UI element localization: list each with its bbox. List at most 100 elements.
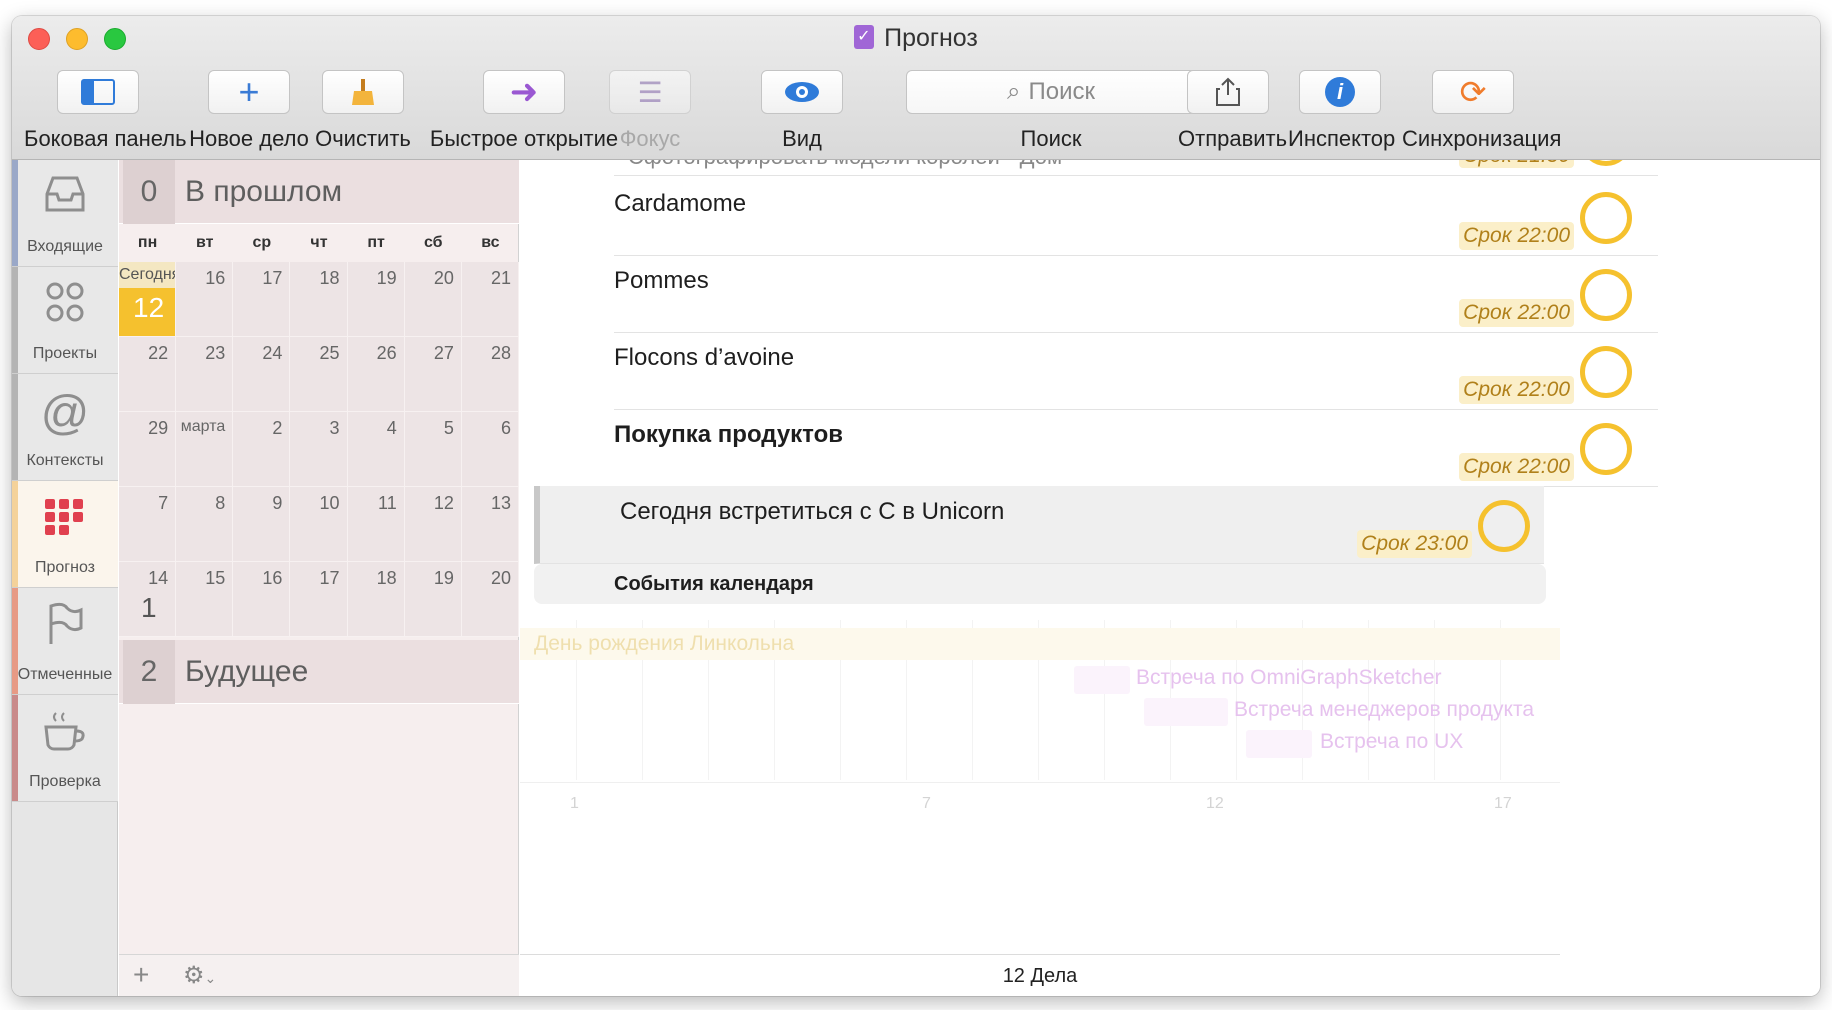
calendar-day[interactable]: 14 1	[119, 562, 177, 637]
search-input[interactable]: ⌕ Поиск	[906, 70, 1196, 114]
new-task-button[interactable]: + Новое дело	[184, 70, 314, 152]
calendar-day[interactable]: 19	[347, 262, 405, 337]
timeline-label: 17	[1494, 795, 1512, 812]
calendar-day[interactable]: 23	[176, 337, 234, 412]
sidebar-item-color-bar	[12, 267, 18, 373]
sidebar-item-label: Проверка	[29, 773, 101, 790]
calendar-bottom-bar: + ⚙⌄	[119, 954, 519, 996]
calendar-day[interactable]: 8	[176, 487, 234, 562]
calendar-day[interactable]: 6	[461, 412, 519, 487]
share-button[interactable]: Отправить	[1178, 70, 1288, 152]
calendar-day[interactable]: 25	[290, 337, 348, 412]
calendar-day[interactable]: 18	[347, 562, 405, 637]
sidebar-item-forecast[interactable]: Прогноз	[12, 481, 118, 588]
sidebar-toggle-button[interactable]: Боковая панель	[24, 70, 187, 152]
gear-icon[interactable]: ⚙⌄	[183, 961, 216, 990]
sidebar-item-contexts[interactable]: @ Контексты	[12, 374, 118, 481]
calendar-day[interactable]: 15	[176, 562, 234, 637]
task-row[interactable]: Покупка продуктов Срок 22:00	[614, 409, 1658, 487]
sidebar-item-color-bar	[12, 481, 18, 587]
eye-icon	[761, 70, 843, 114]
sync-button[interactable]: ⟳ Синхронизация	[1402, 70, 1561, 152]
task-checkbox[interactable]	[1580, 160, 1632, 166]
new-task-label: Новое дело	[189, 126, 309, 151]
calendar-day[interactable]: 5	[404, 412, 462, 487]
task-row[interactable]: Cardamome Срок 22:00	[614, 178, 1658, 256]
calendar-day[interactable]: 26	[347, 337, 405, 412]
calendar-day[interactable]: 27	[404, 337, 462, 412]
due-badge: Срок 22:00	[1459, 299, 1574, 327]
calendar-day[interactable]: 2	[233, 412, 291, 487]
calendar-grid: Сегодня 12 16 17 18 19 20 21 22 23 24 25…	[119, 262, 519, 637]
task-checkbox[interactable]	[1478, 500, 1530, 552]
calendar-day[interactable]: 11	[347, 487, 405, 562]
search-icon: ⌕	[1007, 78, 1021, 105]
calendar-day[interactable]: 16	[233, 562, 291, 637]
calendar-day[interactable]: марта	[176, 412, 234, 487]
task-row[interactable]: Pommes Срок 22:00	[614, 255, 1658, 333]
task-checkbox[interactable]	[1580, 423, 1632, 475]
calendar-day[interactable]: 12	[404, 487, 462, 562]
day-number: 2	[272, 418, 283, 438]
calendar-event[interactable]: Встреча по OmniGraphSketcher	[1136, 666, 1442, 690]
calendar-day[interactable]: 10	[290, 487, 348, 562]
day-number: 19	[376, 268, 397, 288]
task-row-partial[interactable]: • Сфотографировать модели королей • Дом …	[614, 160, 1658, 176]
search-label: Поиск	[1020, 126, 1082, 151]
calendar-day[interactable]: 29	[119, 412, 177, 487]
calendar-day[interactable]: 24	[233, 337, 291, 412]
sidebar-item-projects[interactable]: Проекты	[12, 267, 118, 374]
broom-icon	[322, 70, 404, 114]
task-checkbox[interactable]	[1580, 346, 1632, 398]
calendar-day[interactable]: 9	[233, 487, 291, 562]
day-number: 20	[490, 568, 511, 588]
task-list: • Сфотографировать модели королей • Дом …	[520, 160, 1820, 996]
future-row[interactable]: 2 Будущее	[119, 640, 519, 704]
past-row[interactable]: 0 В прошлом	[119, 160, 519, 224]
clean-up-label: Очистить	[315, 126, 411, 151]
calendar-day-today[interactable]: Сегодня 12	[119, 262, 177, 337]
clean-up-button[interactable]: Очистить	[308, 70, 418, 152]
view-label: Вид	[782, 126, 822, 151]
list-icon: ☰	[609, 70, 691, 114]
share-label: Отправить	[1178, 126, 1288, 151]
calendar-event[interactable]: Встреча менеджеров продукта	[1234, 698, 1534, 722]
add-icon[interactable]: +	[133, 959, 149, 991]
due-badge: Срок 22:00	[1459, 376, 1574, 404]
calendar-event[interactable]: Встреча по UX	[1320, 730, 1463, 754]
day-number: 28	[490, 343, 511, 363]
task-row[interactable]: Flocons d’avoine Срок 22:00	[614, 332, 1658, 410]
calendar-day[interactable]: 20	[461, 562, 519, 637]
info-icon: i	[1299, 70, 1381, 114]
focus-label: Фокус	[619, 126, 681, 151]
calendar-day[interactable]: 7	[119, 487, 177, 562]
calendar-day[interactable]: 17	[290, 562, 348, 637]
inspector-button[interactable]: i Инспектор	[1288, 70, 1395, 152]
sidebar-item-inbox[interactable]: Входящие	[12, 160, 118, 267]
day-number: 3	[329, 418, 340, 438]
calendar-day[interactable]: 17	[233, 262, 291, 337]
due-badge: Срок 22:00	[1459, 453, 1574, 481]
calendar-day[interactable]: 18	[290, 262, 348, 337]
sidebar-item-flagged[interactable]: Отмеченные	[12, 588, 118, 695]
calendar-day[interactable]: 13	[461, 487, 519, 562]
calendar-day[interactable]: 19	[404, 562, 462, 637]
sidebar-item-label: Контексты	[26, 452, 104, 469]
calendar-day[interactable]: 20	[404, 262, 462, 337]
task-row-selected[interactable]: Сегодня встретиться с С в Unicorn Срок 2…	[534, 486, 1544, 564]
calendar-day[interactable]: 22	[119, 337, 177, 412]
task-checkbox[interactable]	[1580, 269, 1632, 321]
day-number: 20	[433, 268, 454, 288]
at-icon: @	[40, 387, 90, 440]
view-button[interactable]: Вид	[752, 70, 852, 152]
task-checkbox[interactable]	[1580, 192, 1632, 244]
calendar-day[interactable]: 16	[176, 262, 234, 337]
calendar-day[interactable]: 4	[347, 412, 405, 487]
calendar-day[interactable]: 21	[461, 262, 519, 337]
calendar-day[interactable]: 3	[290, 412, 348, 487]
calendar-day[interactable]: 28	[461, 337, 519, 412]
focus-button[interactable]: ☰ Фокус	[600, 70, 700, 152]
quick-open-button[interactable]: ➜ Быстрое открытие	[424, 70, 624, 152]
birthday-event[interactable]: День рождения Линкольна	[520, 628, 1560, 660]
sidebar-item-review[interactable]: Проверка	[12, 695, 118, 802]
